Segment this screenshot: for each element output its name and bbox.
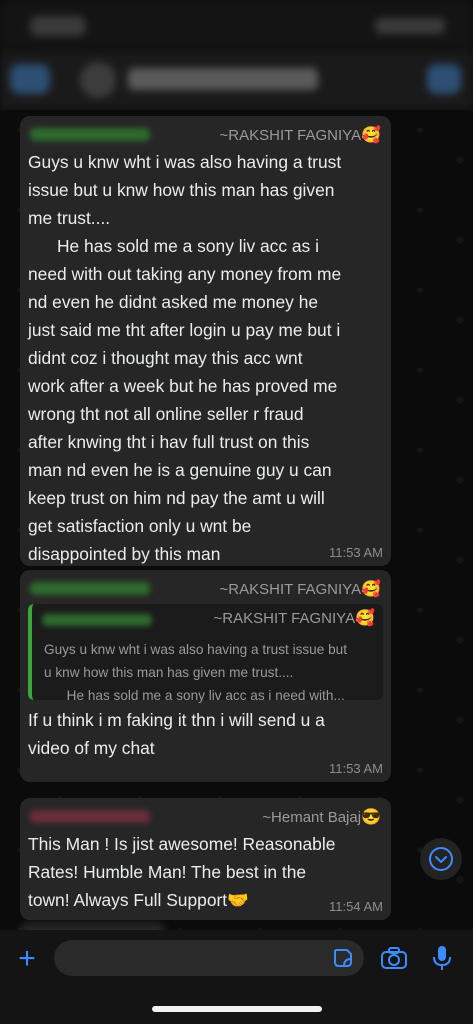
quoted-sender-name: ~RAKSHIT FAGNIYA🥰 [214,608,376,628]
sender-phone[interactable] [30,582,150,595]
plus-icon[interactable]: + [12,944,42,974]
chevron-down-icon [429,847,453,871]
back-icon[interactable] [10,64,50,94]
avatar[interactable] [80,62,116,98]
quoted-sender-name-text: ~RAKSHIT FAGNIYA [213,610,356,627]
call-icon[interactable] [427,64,461,94]
camera-icon[interactable] [380,946,408,970]
quoted-message[interactable]: ~RAKSHIT FAGNIYA🥰 Guys u knw wht i was a… [28,604,383,703]
chat-header [0,50,473,110]
sender-name[interactable]: ~Hemant Bajaj😎 [262,807,381,827]
mic-icon[interactable] [431,944,453,972]
sticker-icon[interactable] [332,947,354,969]
status-bar [0,0,473,50]
sender-row: ~Hemant Bajaj😎 [28,804,383,830]
message-bubble-partial[interactable] [20,922,165,930]
sender-row: ~RAKSHIT FAGNIYA🥰 [28,122,383,148]
sender-name-text: ~RAKSHIT FAGNIYA [219,581,362,598]
message-bubble[interactable]: ~Hemant Bajaj😎 This Man ! Is jist awesom… [20,798,391,920]
message-time: 11:53 AM [329,545,383,560]
sender-phone[interactable] [30,810,150,823]
message-text: If u think i m faking it thn i will send… [28,710,325,758]
quoted-sender-phone [42,614,152,626]
home-indicator [152,1006,322,1012]
message-input[interactable] [54,940,364,976]
sender-name-text: ~Hemant Bajaj [262,809,362,826]
message-bubble[interactable]: ~RAKSHIT FAGNIYA🥰 Guys u knw wht i was a… [20,116,391,566]
message-time: 11:54 AM [329,899,383,914]
status-time [30,16,86,36]
sender-row: ~RAKSHIT FAGNIYA🥰 [28,576,383,602]
sender-emoji: 🥰 [361,127,381,144]
sender-name-text: ~RAKSHIT FAGNIYA [219,127,362,144]
scroll-down-button[interactable] [420,838,462,880]
input-bar: + [0,930,473,1024]
chat-title[interactable] [128,68,318,90]
message-time: 11:53 AM [329,761,383,776]
sender-emoji: 🥰 [361,581,381,598]
sender-name[interactable]: ~RAKSHIT FAGNIYA🥰 [220,579,382,599]
chat-area[interactable]: ~RAKSHIT FAGNIYA🥰 Guys u knw wht i was a… [0,110,473,930]
status-icons [375,18,445,34]
quoted-text: Guys u knw wht i was also having a trust… [44,642,347,703]
sender-emoji: 😎 [361,809,381,826]
sender-name[interactable]: ~RAKSHIT FAGNIYA🥰 [220,125,382,145]
sender-phone[interactable] [30,128,150,141]
message-text: Guys u knw wht i was also having a trust… [28,152,342,564]
message-bubble[interactable]: ~RAKSHIT FAGNIYA🥰 ~RAKSHIT FAGNIYA🥰 Guys… [20,570,391,782]
quoted-sender-emoji: 🥰 [355,610,375,627]
